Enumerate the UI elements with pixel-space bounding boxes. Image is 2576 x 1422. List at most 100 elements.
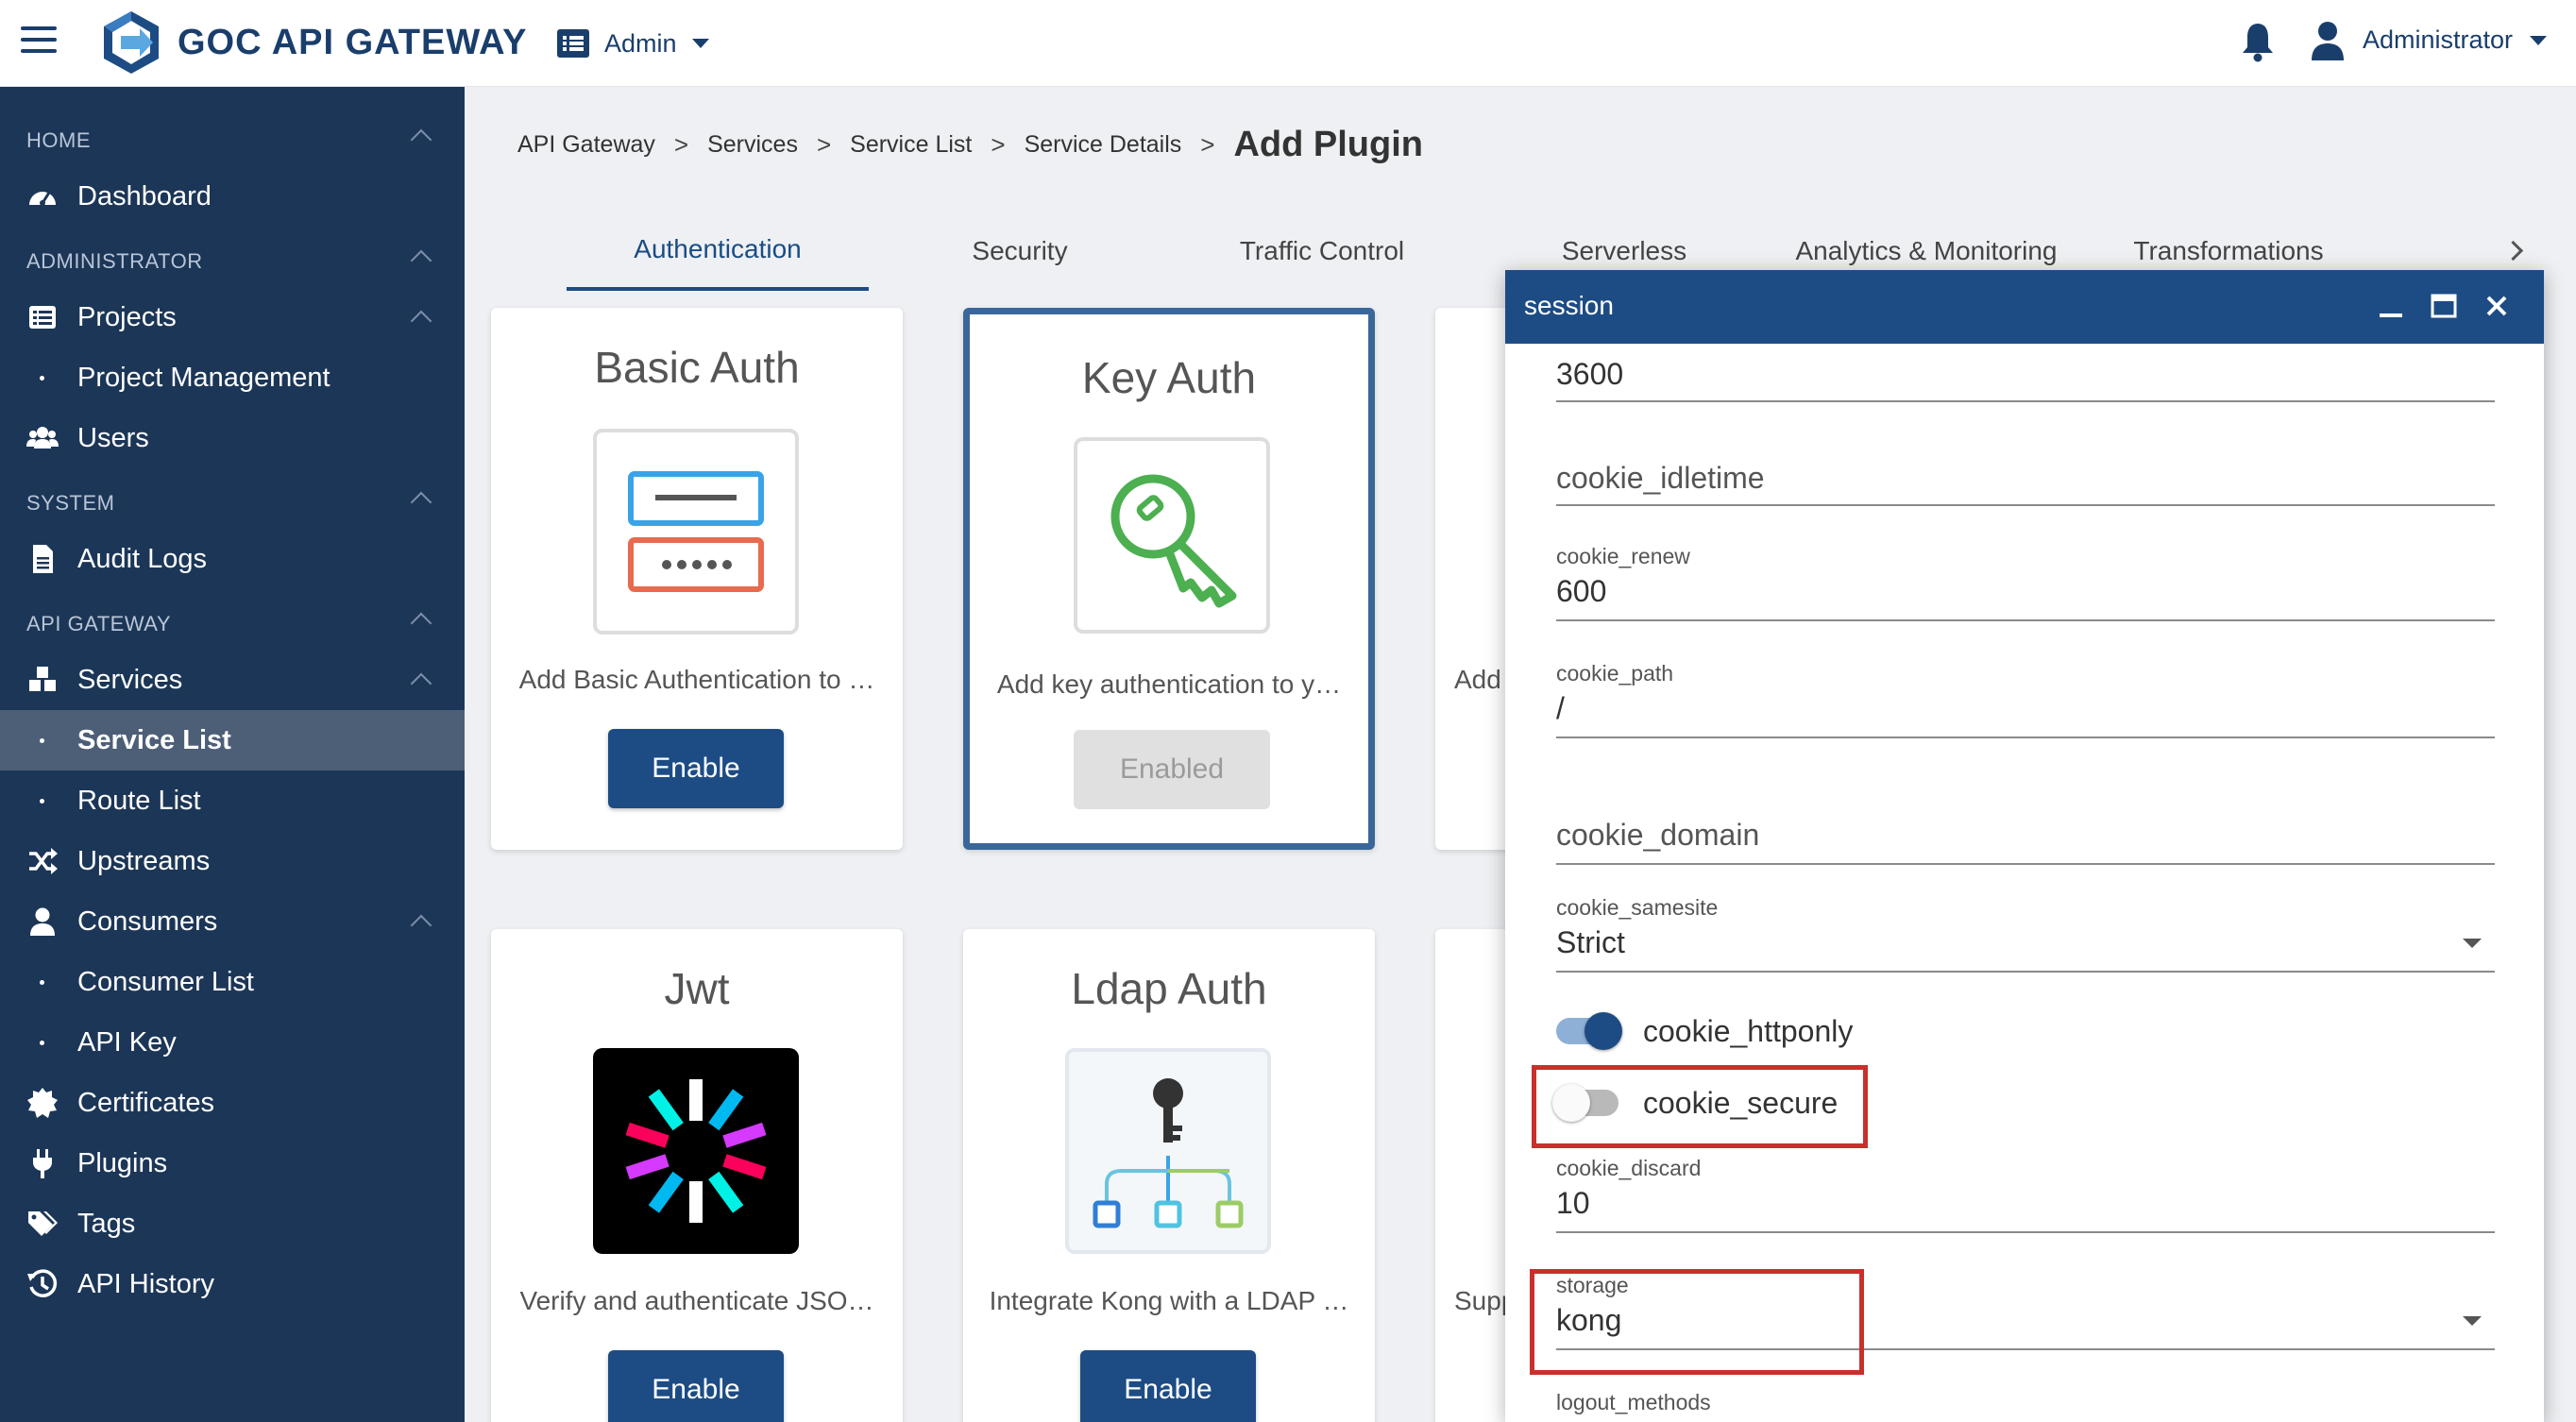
chevron-up-icon[interactable] [410, 612, 432, 635]
plugin-card-title: Basic Auth [594, 343, 800, 392]
user-menu[interactable]: Administrator [2363, 25, 2548, 55]
user-name-label: Administrator [2363, 25, 2514, 54]
shuffle-icon [29, 848, 58, 874]
chevron-up-icon[interactable] [410, 914, 432, 937]
sidebar-item-tags[interactable]: Tags [0, 1193, 465, 1254]
sidebar-section-home: HOME [26, 128, 91, 152]
sidebar-item-consumer-list[interactable]: Consumer List [0, 952, 465, 1012]
plugin-card-description: Verify and authenticate JSO… [519, 1286, 874, 1315]
hamburger-menu-icon[interactable] [21, 26, 57, 55]
sidebar-item-dashboard[interactable]: Dashboard [0, 166, 465, 227]
cookie-samesite-select[interactable]: cookie_samesite Strict [1556, 895, 2495, 980]
sidebar-item-upstreams[interactable]: Upstreams [0, 831, 465, 891]
sidebar-item-plugins[interactable]: Plugins [0, 1133, 465, 1193]
tab-traffic-control[interactable]: Traffic Control [1171, 212, 1473, 291]
cookie-discard-field[interactable]: cookie_discard 10 [1556, 1156, 2495, 1241]
sidebar-item-audit-logs[interactable]: Audit Logs [0, 529, 465, 589]
field-value: 3600 [1556, 357, 1624, 391]
breadcrumb-item-services[interactable]: Services [707, 131, 798, 159]
enabled-key-auth-button[interactable]: Enabled [1074, 730, 1270, 809]
sidebar-item-label: Service List [77, 724, 231, 755]
plugin-card-key-auth: Key Auth Add key authentication to y… En… [963, 308, 1375, 850]
bullet-icon [40, 798, 44, 804]
chevron-up-icon[interactable] [410, 491, 432, 514]
cookie-renew-field[interactable]: cookie_renew 600 [1556, 544, 2495, 629]
plug-icon [33, 1149, 52, 1178]
field-underline [1556, 863, 2495, 865]
tab-scroll-right-icon[interactable] [2502, 236, 2531, 264]
breadcrumb-separator: > [1200, 129, 1215, 159]
breadcrumb-separator: > [991, 129, 1006, 159]
cookie-domain-field[interactable]: cookie_domain [1556, 818, 2495, 893]
enable-basic-auth-button[interactable]: Enable [608, 729, 784, 808]
plugin-card-description: Add [1454, 665, 1501, 694]
cookie-idletime-field[interactable]: cookie_idletime [1556, 449, 2495, 534]
sidebar-item-project-management[interactable]: Project Management [0, 347, 465, 408]
key-icon [1074, 437, 1270, 634]
logout-methods-field[interactable]: logout_methods [1556, 1390, 2495, 1418]
user-icon [30, 907, 55, 936]
chevron-down-icon [2530, 35, 2548, 45]
field-value: 600 [1556, 574, 1607, 608]
sidebar-item-projects[interactable]: Projects [0, 287, 465, 347]
cookie-lifetime-field[interactable]: 3600 [1556, 344, 2495, 410]
chevron-down-icon [691, 39, 709, 48]
breadcrumb-item-service-details[interactable]: Service Details [1025, 131, 1182, 159]
field-label: cookie_path [1556, 661, 1674, 686]
sidebar-item-label: Consumer List [77, 966, 254, 997]
chevron-up-icon[interactable] [410, 672, 432, 695]
plugin-card-title: Ldap Auth [1071, 964, 1267, 1013]
sidebar-item-label: Plugins [77, 1147, 168, 1178]
sidebar-item-route-list[interactable]: Route List [0, 770, 465, 831]
enable-ldap-auth-button[interactable]: Enable [1080, 1350, 1256, 1422]
bullet-icon [40, 1040, 44, 1045]
sidebar-section-system: SYSTEM [26, 491, 115, 515]
sidebar-item-label: Route List [77, 785, 201, 816]
plugin-card-ldap-auth: Ldap Auth Integrate Kong with a LDAP … E… [963, 929, 1375, 1422]
cookie-path-field[interactable]: cookie_path / [1556, 661, 2495, 746]
field-underline [1556, 1231, 2495, 1233]
tags-icon [28, 1211, 58, 1236]
highlight-box [1530, 1269, 1864, 1375]
sidebar-item-certificates[interactable]: Certificates [0, 1073, 465, 1133]
toggle-knob [1585, 1012, 1622, 1050]
sidebar-item-label: Projects [77, 301, 177, 332]
toggle-label: cookie_httponly [1643, 1014, 1854, 1048]
maximize-icon[interactable] [2427, 289, 2461, 323]
field-underline [1556, 736, 2495, 738]
field-underline [1556, 400, 2495, 402]
tab-security[interactable]: Security [869, 212, 1171, 291]
field-underline [1556, 971, 2495, 973]
user-avatar-icon[interactable] [2310, 21, 2346, 60]
sidebar-item-label: Certificates [77, 1087, 215, 1118]
sidebar-item-services[interactable]: Services [0, 650, 465, 710]
field-placeholder: cookie_domain [1556, 818, 1760, 852]
basic-auth-icon [593, 429, 799, 635]
breadcrumb-item-service-list[interactable]: Service List [850, 131, 972, 159]
plugin-card-description: Add key authentication to y… [996, 669, 1342, 699]
chevron-up-icon[interactable] [410, 310, 432, 332]
sidebar-item-api-history[interactable]: API History [0, 1254, 465, 1314]
certificate-badge-icon [27, 1088, 58, 1118]
sidebar-item-consumers[interactable]: Consumers [0, 891, 465, 952]
tab-authentication[interactable]: Authentication [567, 212, 869, 291]
field-underline [1556, 504, 2495, 506]
sidebar-item-service-list[interactable]: Service List [0, 710, 465, 770]
bullet-icon [40, 979, 44, 985]
minimize-icon[interactable] [2374, 289, 2408, 323]
dialog-header: session [1505, 270, 2544, 344]
chevron-up-icon[interactable] [410, 128, 432, 151]
breadcrumb-item-api-gateway[interactable]: API Gateway [517, 131, 655, 159]
workspace-dropdown[interactable]: Admin [557, 25, 709, 62]
sidebar-item-label: API History [77, 1268, 215, 1299]
enable-jwt-button[interactable]: Enable [608, 1350, 784, 1422]
sidebar-item-api-key[interactable]: API Key [0, 1012, 465, 1073]
close-icon[interactable] [2480, 289, 2514, 323]
plugin-card-title: Key Auth [1081, 353, 1257, 402]
notification-bell-icon[interactable] [2240, 21, 2276, 62]
chevron-up-icon[interactable] [410, 249, 432, 272]
dashboard-gauge-icon [29, 192, 56, 206]
sidebar-section-api-gateway: API GATEWAY [26, 612, 172, 635]
sidebar-section-administrator: ADMINISTRATOR [26, 249, 203, 273]
sidebar-item-users[interactable]: Users [0, 408, 465, 468]
